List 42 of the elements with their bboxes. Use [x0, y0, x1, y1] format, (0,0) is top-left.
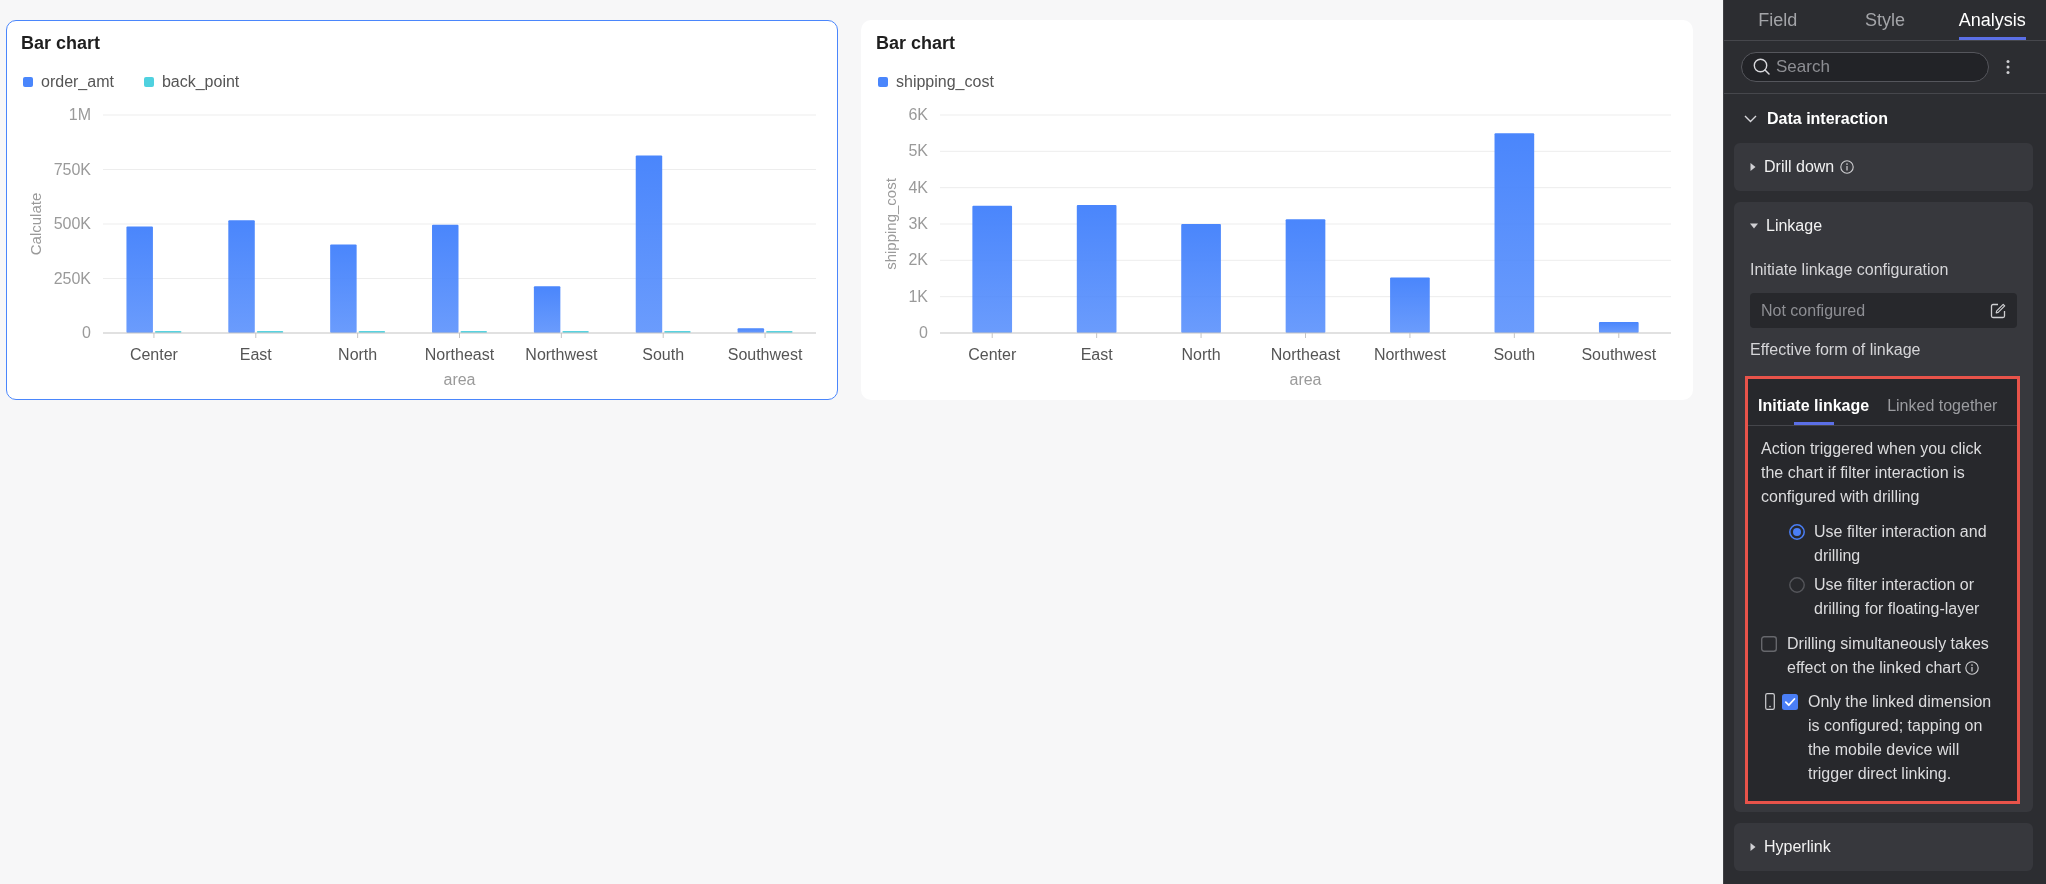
option-label: Only the linked dimension is configured; tapping on the mobile device will trigger direct linking. [1808, 693, 1992, 782]
y-tick-label: 2K [908, 251, 928, 269]
x-tick-label: Northeast [1270, 346, 1341, 363]
y-tick-label: 500K [53, 215, 91, 232]
field-label: Initiate linkage configuration [1750, 260, 1949, 280]
axis-title: area [443, 371, 476, 388]
legend-label: back_point [161, 72, 240, 92]
y-tick-label: 1K [908, 287, 928, 305]
legend-label: shipping_cost [896, 72, 994, 92]
y-tick-label: 0 [82, 324, 91, 341]
option-label: Use filter interaction and drilling [1814, 522, 1988, 566]
x-tick-label: North [338, 346, 378, 363]
description-text: Action triggered when you click the chart if filter interaction is configured with drilling [1761, 439, 1983, 507]
x-tick-label: Center [968, 346, 1017, 363]
y-tick-label: 0 [919, 324, 928, 341]
x-tick-label: South [642, 346, 685, 363]
option-label: Drilling simultaneously takes effect on the linked chart [1787, 635, 1989, 676]
x-tick-label: Southwest [727, 346, 803, 363]
chart-title: Bar chart [21, 32, 101, 55]
y-tick-label: 1M [68, 106, 91, 123]
axis-title: shipping_cost [882, 178, 899, 270]
y-tick-label: 4K [908, 178, 928, 196]
y-tick-label: 5K [908, 142, 928, 160]
chart-title: Bar chart [876, 32, 956, 55]
x-tick-label: Southwest [1581, 346, 1657, 363]
x-tick-label: Northeast [424, 346, 495, 363]
x-tick-label: Northwest [1373, 346, 1446, 363]
x-tick-label: South [1493, 346, 1536, 363]
y-tick-label: 6K [908, 106, 928, 123]
field-label: Effective form of linkage [1750, 340, 1921, 360]
option-label: Use filter interaction or drilling for floating-layer [1814, 575, 1981, 619]
x-tick-label: Center [129, 346, 178, 363]
y-tick-label: 750K [53, 160, 91, 178]
x-tick-label: East [1080, 346, 1113, 363]
legend-label: order_amt [41, 72, 114, 92]
y-tick-label: 3K [908, 215, 928, 232]
y-tick-label: 250K [53, 269, 91, 287]
x-tick-label: Northwest [525, 346, 598, 363]
axis-title: Calculate [27, 192, 44, 256]
x-tick-label: North [1181, 346, 1221, 363]
axis-title: area [1289, 371, 1322, 388]
x-tick-label: East [239, 346, 272, 363]
